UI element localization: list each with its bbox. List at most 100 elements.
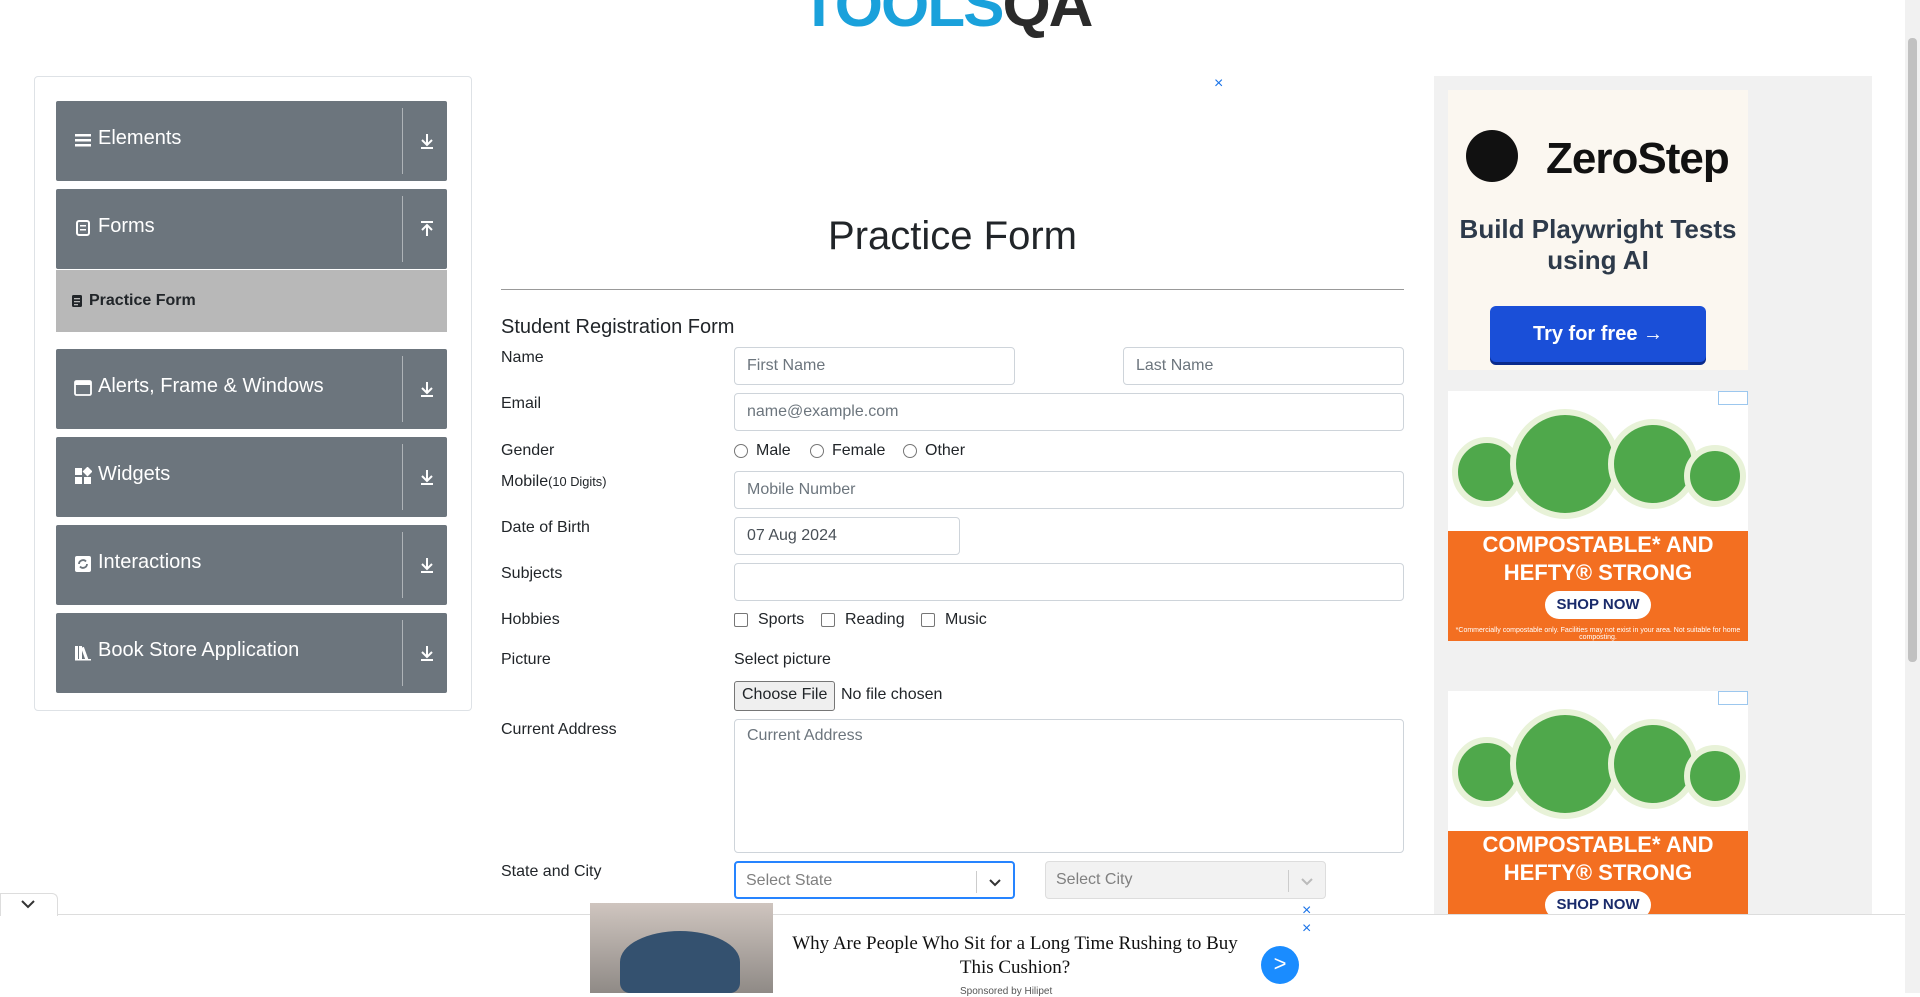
adchoices-icon[interactable] (1718, 691, 1748, 705)
divider (402, 532, 403, 598)
zerostep-tagline: Build Playwright Tests using AI (1459, 214, 1737, 275)
collapse-ad-button[interactable] (0, 893, 58, 916)
adchoices-icon[interactable] (1718, 391, 1748, 405)
chevron-down-icon[interactable] (987, 874, 1003, 890)
sidebar-group-interactions[interactable]: Interactions (56, 525, 447, 605)
top-ad-banner[interactable] (500, 70, 1230, 170)
hefty-plates-image (1448, 391, 1748, 531)
toolsqa-logo[interactable]: TOOLSQA (800, 0, 1120, 42)
mobile-input[interactable] (734, 471, 1404, 509)
hobby-checkbox-music[interactable]: Music (921, 611, 987, 629)
first-name-input[interactable] (734, 347, 1015, 385)
download-arrow-icon[interactable] (416, 130, 438, 152)
state-select[interactable]: Select State (734, 861, 1015, 899)
hefty-ad[interactable]: COMPOSTABLE* AND HEFTY® STRONG SHOP NOW … (1448, 391, 1748, 641)
radio-circle[interactable] (810, 444, 824, 458)
sidebar-group-label: Widgets (98, 463, 171, 485)
divider (402, 356, 403, 422)
divider (402, 196, 403, 262)
state-placeholder: Select State (746, 872, 833, 889)
zerostep-ad[interactable]: ZeroStep Build Playwright Tests using AI… (1448, 90, 1748, 370)
document-icon (76, 220, 90, 236)
name-label: Name (501, 349, 544, 366)
try-for-free-button[interactable]: Try for free → (1490, 306, 1706, 362)
widgets-icon (75, 467, 92, 484)
radio-label: Male (756, 442, 791, 459)
sidebar-group-label: Alerts, Frame & Windows (98, 375, 324, 397)
no-file-text: No file chosen (841, 686, 943, 703)
date-of-birth-input[interactable] (734, 517, 960, 555)
mobile-hint: (10 Digits) (548, 474, 607, 489)
state-city-label: State and City (501, 863, 602, 880)
download-arrow-icon[interactable] (416, 554, 438, 576)
sidebar-item-practice-form[interactable]: Practice Form (56, 270, 447, 332)
checkbox-box[interactable] (921, 613, 935, 627)
hobby-checkbox-reading[interactable]: Reading (821, 611, 905, 629)
sidebar-group-elements[interactable]: Elements (56, 101, 447, 181)
last-name-input[interactable] (1123, 347, 1404, 385)
checkbox-label: Music (945, 611, 987, 628)
chevron-down-icon[interactable] (1299, 873, 1315, 889)
choose-file-button[interactable]: Choose File (734, 681, 836, 711)
download-arrow-icon[interactable] (416, 642, 438, 664)
ad-close-button[interactable]: × (1214, 76, 1223, 92)
page-title: Practice Form (828, 214, 1077, 258)
hobby-checkbox-sports[interactable]: Sports (734, 611, 804, 629)
mobile-label-text: Mobile (501, 473, 549, 490)
select-divider (976, 871, 977, 893)
bottom-ad-headline[interactable]: Why Are People Who Sit for a Long Time R… (790, 932, 1240, 980)
hamburger-icon (75, 134, 91, 147)
city-placeholder: Select City (1056, 871, 1133, 888)
bottom-ad-close-button-2[interactable]: × (1302, 921, 1311, 937)
checkbox-label: Reading (845, 611, 905, 628)
hefty-headline: COMPOSTABLE* AND HEFTY® STRONG (1482, 832, 1714, 885)
radio-circle[interactable] (903, 444, 917, 458)
bottom-ad-close-button[interactable]: × (1302, 903, 1311, 919)
download-arrow-icon[interactable] (416, 466, 438, 488)
hobbies-label: Hobbies (501, 611, 560, 628)
radio-label: Female (832, 442, 886, 459)
upload-arrow-icon[interactable] (416, 218, 438, 240)
radio-label: Other (925, 442, 966, 459)
radio-circle[interactable] (734, 444, 748, 458)
chevron-down-icon[interactable] (19, 897, 37, 911)
sidebar-group-bookstore[interactable]: Book Store Application (56, 613, 447, 693)
sidebar-item-label: Practice Form (89, 292, 196, 309)
page-scrollbar[interactable] (1905, 0, 1920, 993)
hefty-headline: COMPOSTABLE* AND HEFTY® STRONG (1482, 532, 1714, 585)
current-address-textarea[interactable] (734, 719, 1404, 853)
checkbox-label: Sports (758, 611, 805, 628)
form-icon (72, 295, 82, 307)
scrollbar-thumb[interactable] (1908, 38, 1917, 662)
sidebar-group-widgets[interactable]: Widgets (56, 437, 447, 517)
bottom-ad-go-button[interactable]: > (1261, 946, 1299, 984)
zerostep-brand: ZeroStep (1546, 134, 1730, 183)
picture-label: Picture (501, 651, 551, 668)
sidebar-group-alerts[interactable]: Alerts, Frame & Windows (56, 349, 447, 429)
shop-now-button[interactable]: SHOP NOW (1545, 591, 1651, 619)
gender-radio-other[interactable]: Other (903, 442, 965, 460)
title-divider (501, 289, 1404, 290)
hefty-ad-2[interactable]: COMPOSTABLE* AND HEFTY® STRONG SHOP NOW (1448, 691, 1748, 916)
dob-label: Date of Birth (501, 519, 590, 536)
checkbox-box[interactable] (734, 613, 748, 627)
books-icon (75, 646, 91, 661)
current-address-label: Current Address (501, 721, 617, 738)
hefty-plates-image (1448, 691, 1748, 831)
form-heading: Student Registration Form (501, 316, 735, 338)
mobile-label: Mobile(10 Digits) (501, 473, 606, 491)
checkbox-box[interactable] (821, 613, 835, 627)
sidebar: Elements Forms Practice Form Alerts, Fra… (34, 76, 472, 711)
gender-radio-male[interactable]: Male (734, 442, 791, 460)
email-input[interactable] (734, 393, 1404, 431)
shop-now-button[interactable]: SHOP NOW (1545, 891, 1651, 916)
subjects-input[interactable] (734, 563, 1404, 601)
city-select[interactable]: Select City (1045, 861, 1326, 899)
gender-radio-female[interactable]: Female (810, 442, 885, 460)
download-arrow-icon[interactable] (416, 378, 438, 400)
window-icon (74, 380, 92, 396)
divider (402, 108, 403, 174)
sidebar-group-forms[interactable]: Forms (56, 189, 447, 269)
sidebar-group-label: Book Store Application (98, 639, 300, 661)
cushion-ad-image[interactable] (590, 903, 773, 993)
